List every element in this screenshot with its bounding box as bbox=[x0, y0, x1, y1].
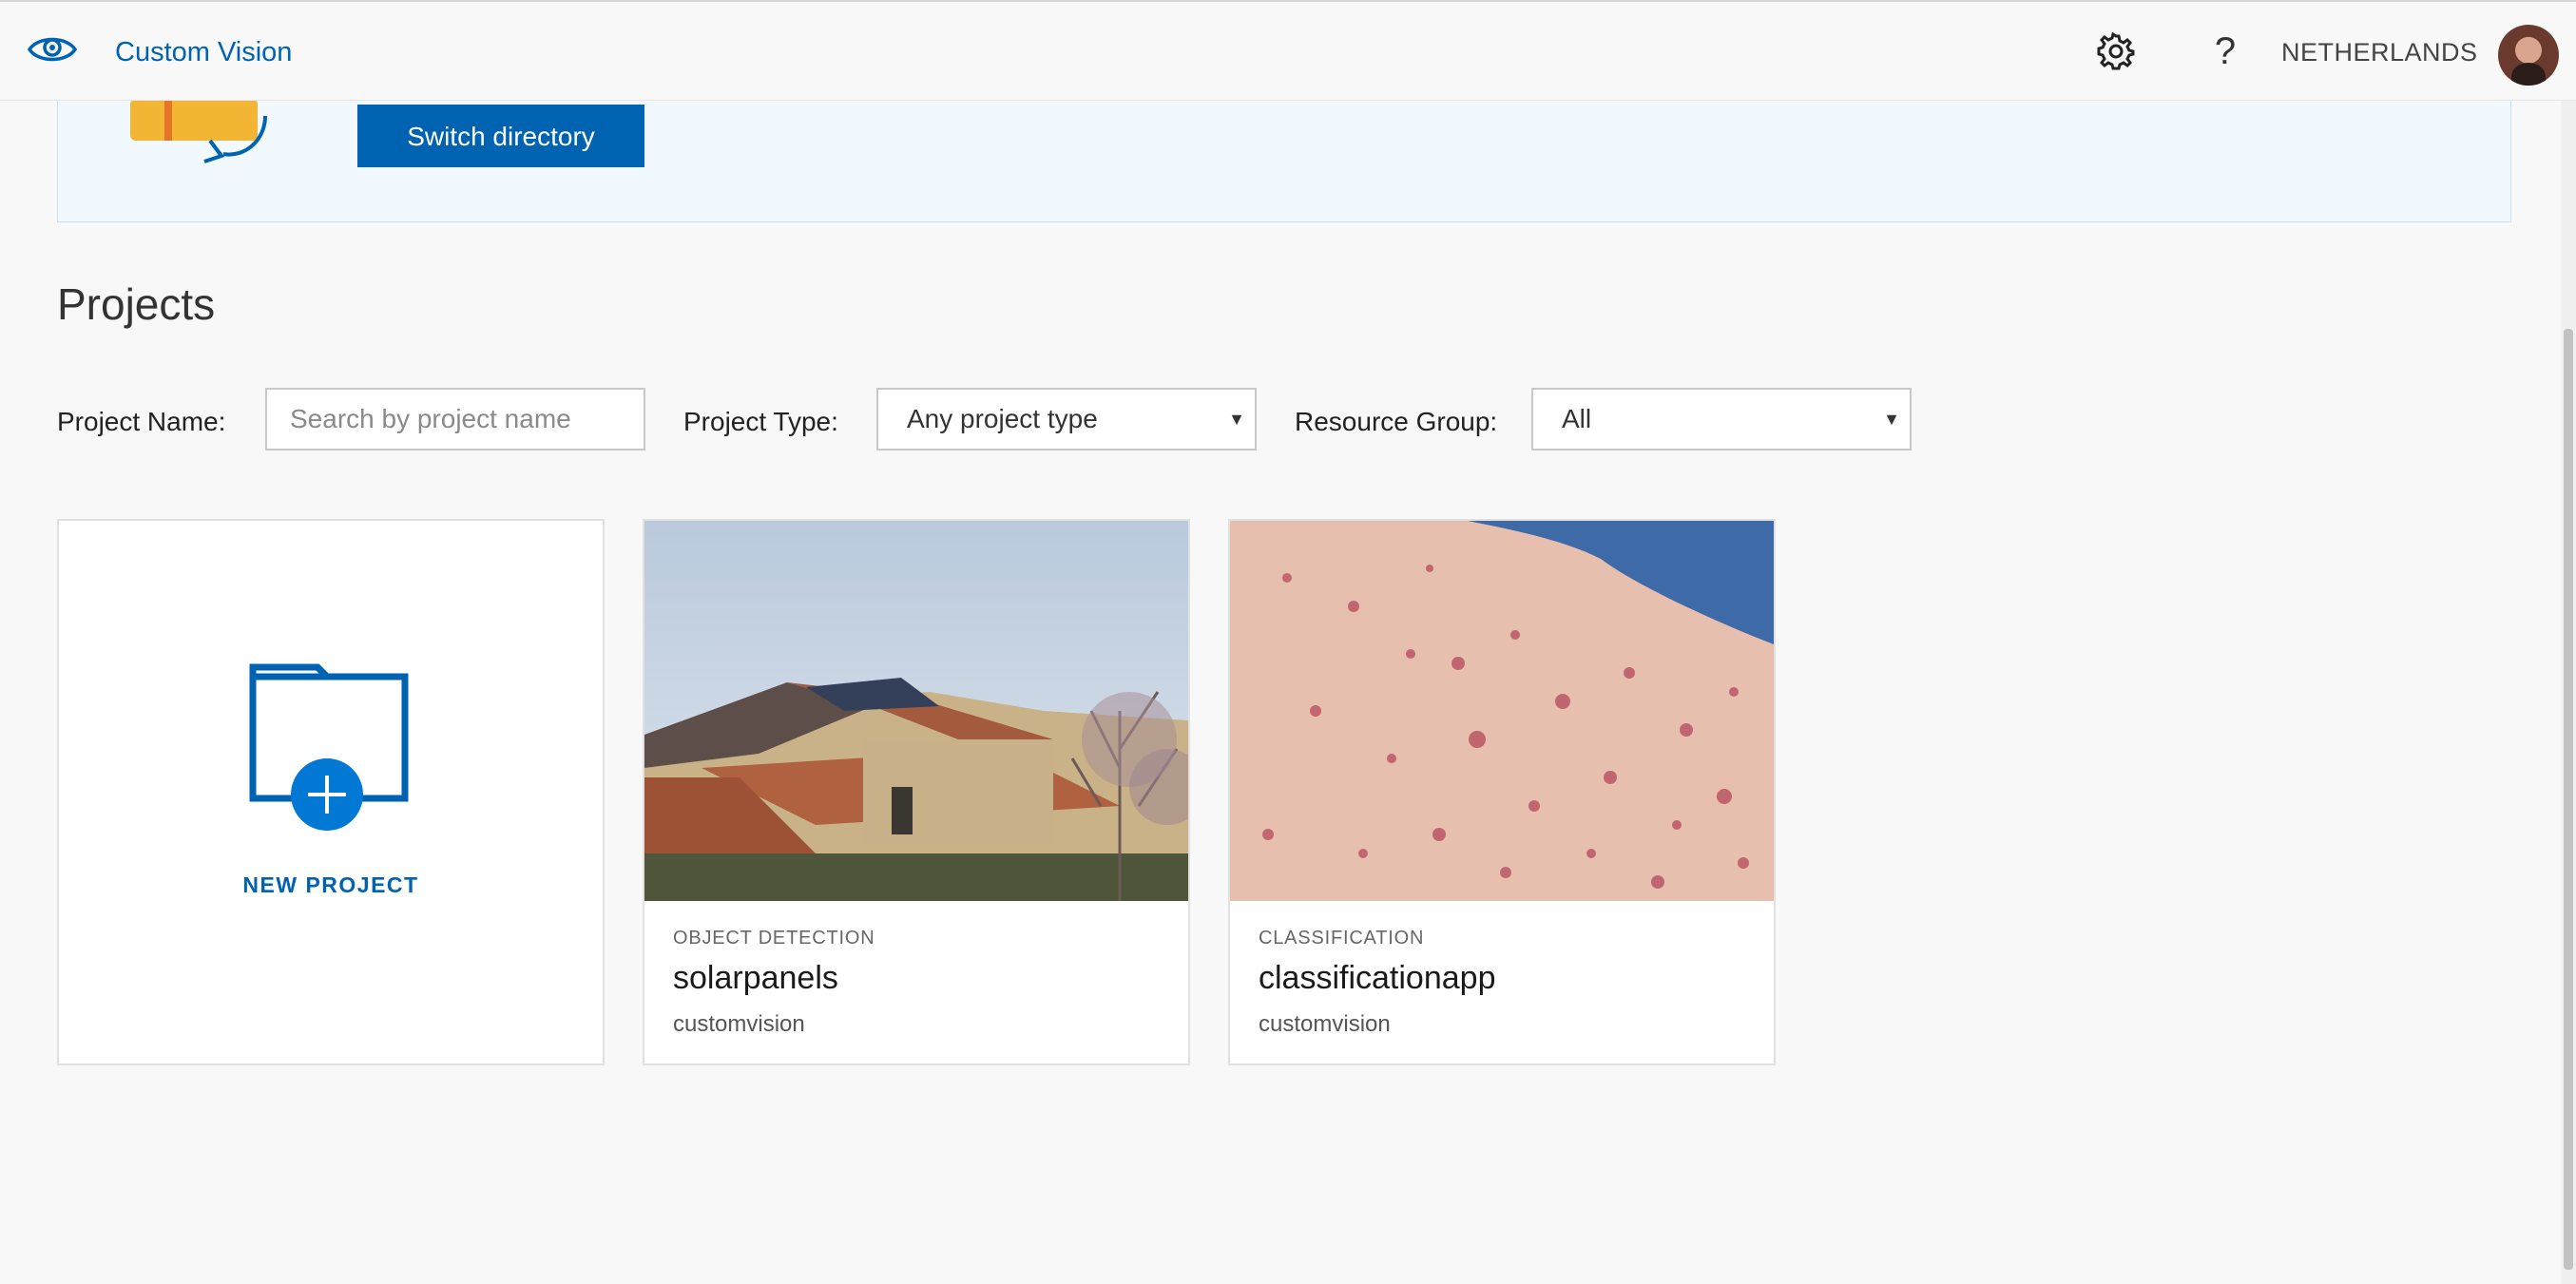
new-project-label: NEW PROJECT bbox=[242, 872, 419, 897]
project-name: classificationapp bbox=[1259, 960, 1496, 996]
resource-group-select[interactable]: All ▼ bbox=[1531, 388, 1912, 450]
switch-directory-illustration bbox=[130, 99, 267, 163]
help-icon[interactable]: ? bbox=[2206, 29, 2244, 74]
project-type-label: Project Type: bbox=[683, 407, 838, 436]
project-type-value: Any project type bbox=[907, 404, 1098, 433]
gear-icon[interactable] bbox=[2097, 32, 2135, 70]
project-card-solarpanels[interactable]: OBJECT DETECTION solarpanels customvisio… bbox=[643, 519, 1190, 1065]
switch-directory-button[interactable]: Switch directory bbox=[357, 105, 644, 167]
project-type-tag: OBJECT DETECTION bbox=[673, 928, 875, 949]
eye-icon[interactable] bbox=[27, 27, 78, 68]
top-bar: Custom Vision ? NETHERLANDS bbox=[0, 0, 2576, 101]
project-card-classificationapp[interactable]: CLASSIFICATION classificationapp customv… bbox=[1228, 519, 1776, 1065]
project-name-search-input[interactable] bbox=[265, 388, 645, 450]
project-name-label: Project Name: bbox=[57, 407, 226, 436]
user-avatar[interactable] bbox=[2498, 25, 2559, 86]
page-title: Projects bbox=[57, 279, 216, 329]
region-label[interactable]: NETHERLANDS bbox=[2281, 33, 2478, 71]
caret-down-icon: ▼ bbox=[1228, 410, 1245, 429]
project-thumbnail-house bbox=[644, 521, 1188, 901]
new-project-card[interactable]: NEW PROJECT bbox=[57, 519, 605, 1065]
resource-group-label: Resource Group: bbox=[1295, 407, 1498, 436]
resource-group-value: All bbox=[1562, 404, 1592, 433]
project-thumbnail-skin bbox=[1230, 521, 1774, 901]
scrollbar-thumb[interactable] bbox=[2564, 329, 2573, 1270]
project-type-select[interactable]: Any project type ▼ bbox=[876, 388, 1257, 450]
project-type-tag: CLASSIFICATION bbox=[1259, 928, 1425, 949]
app-title-link[interactable]: Custom Vision bbox=[115, 33, 292, 71]
project-resource-group: customvision bbox=[1259, 1011, 1391, 1037]
caret-down-icon: ▼ bbox=[1883, 410, 1900, 429]
project-resource-group: customvision bbox=[673, 1011, 805, 1037]
project-name: solarpanels bbox=[673, 960, 838, 996]
folder-plus-icon bbox=[249, 663, 409, 831]
page-scrollbar[interactable] bbox=[2561, 101, 2576, 1284]
